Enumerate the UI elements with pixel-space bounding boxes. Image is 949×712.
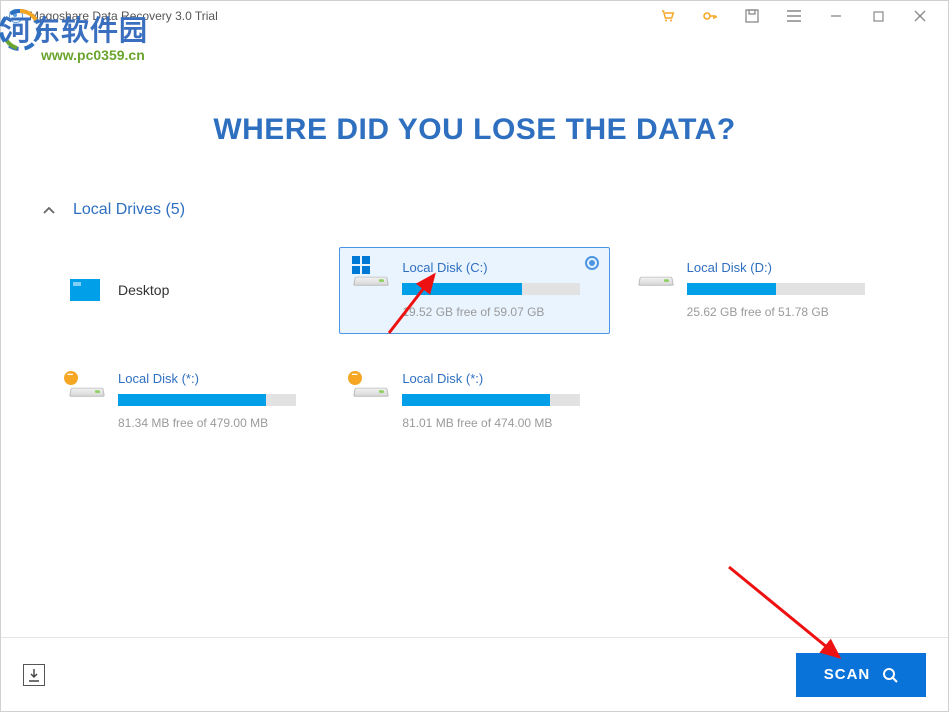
disk-icon bbox=[354, 377, 388, 405]
drives-grid: Desktop Local Disk (C:) 19.52 GB free of 5… bbox=[43, 247, 906, 445]
menu-icon[interactable] bbox=[786, 8, 802, 24]
chevron-up-icon bbox=[43, 202, 55, 218]
drive-item[interactable]: Local Disk (C:) 19.52 GB free of 59.07 GB bbox=[339, 247, 609, 334]
window-controls bbox=[660, 8, 940, 24]
page-heading: WHERE DID YOU LOSE THE DATA? bbox=[1, 113, 948, 147]
section-toggle[interactable]: Local Drives (5) bbox=[43, 201, 906, 219]
drive-space: 81.34 MB free of 479.00 MB bbox=[118, 416, 310, 430]
key-icon[interactable] bbox=[702, 8, 718, 24]
drive-name: Local Disk (C:) bbox=[402, 260, 594, 275]
drive-item[interactable]: Local Disk (D:) 25.62 GB free of 51.78 GB bbox=[624, 247, 894, 334]
minimize-icon[interactable] bbox=[828, 8, 844, 24]
drive-item[interactable]: Local Disk (*:) 81.01 MB free of 474.00 M… bbox=[339, 358, 609, 445]
drive-item[interactable]: Desktop bbox=[55, 247, 325, 334]
local-drives-section: Local Drives (5) Desktop Local Disk (C:) 1… bbox=[1, 201, 948, 445]
import-button[interactable] bbox=[23, 664, 45, 686]
scan-label: SCAN bbox=[824, 666, 871, 683]
drive-name: Local Disk (D:) bbox=[687, 260, 879, 275]
scan-button[interactable]: SCAN bbox=[796, 653, 926, 697]
save-icon[interactable] bbox=[744, 8, 760, 24]
section-label: Local Drives (5) bbox=[73, 201, 185, 219]
app-title: Magoshare Data Recovery 3.0 Trial bbox=[29, 9, 218, 23]
drive-name: Local Disk (*:) bbox=[402, 371, 594, 386]
drive-name: Desktop bbox=[118, 282, 310, 298]
app-icon bbox=[9, 9, 23, 23]
warning-badge bbox=[64, 371, 78, 385]
drive-space: 81.01 MB free of 474.00 MB bbox=[402, 416, 594, 430]
drive-name: Local Disk (*:) bbox=[118, 371, 310, 386]
disk-icon bbox=[639, 266, 673, 294]
usage-bar bbox=[402, 283, 580, 295]
usage-bar bbox=[118, 394, 296, 406]
drive-space: 19.52 GB free of 59.07 GB bbox=[402, 305, 594, 319]
usage-bar bbox=[687, 283, 865, 295]
disk-icon bbox=[70, 377, 104, 405]
search-icon bbox=[882, 667, 898, 683]
footer-bar: SCAN bbox=[1, 637, 948, 711]
drive-space: 25.62 GB free of 51.78 GB bbox=[687, 305, 879, 319]
close-icon[interactable] bbox=[912, 8, 928, 24]
title-bar: Magoshare Data Recovery 3.0 Trial bbox=[1, 1, 948, 31]
cart-icon[interactable] bbox=[660, 8, 676, 24]
disk-windows-icon bbox=[354, 266, 388, 294]
warning-badge bbox=[348, 371, 362, 385]
drive-item[interactable]: Local Disk (*:) 81.34 MB free of 479.00 M… bbox=[55, 358, 325, 445]
maximize-icon[interactable] bbox=[870, 8, 886, 24]
usage-bar bbox=[402, 394, 580, 406]
watermark-url: www.pc0359.cn bbox=[41, 47, 148, 63]
desktop-icon bbox=[70, 279, 104, 307]
selected-radio-icon bbox=[585, 256, 599, 270]
